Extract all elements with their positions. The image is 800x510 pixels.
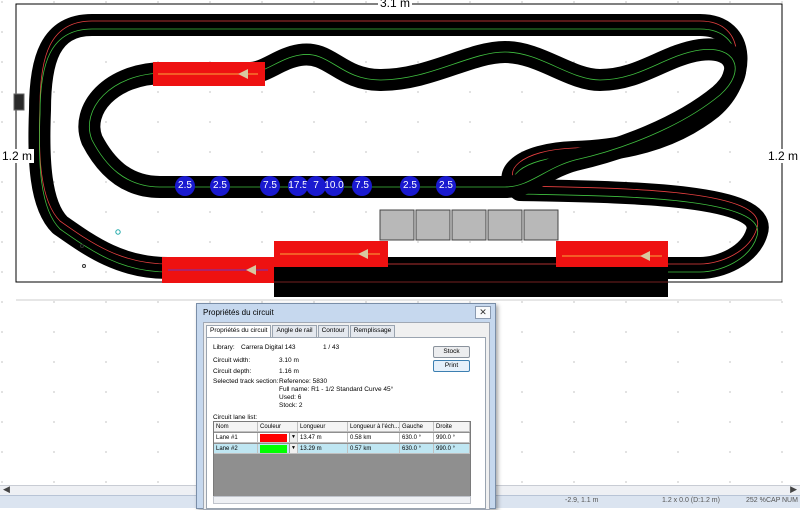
speed-marker[interactable]: 7 — [306, 176, 326, 196]
tab-fill[interactable]: Remplissage — [349, 325, 396, 337]
speed-marker[interactable]: 17.5 — [288, 176, 308, 196]
scroll-right-arrow-icon[interactable]: ▶ — [790, 484, 797, 495]
lane-color-cell[interactable]: ▼ — [258, 433, 298, 443]
col-scaled-length[interactable]: Longueur à l'éch... — [348, 422, 400, 432]
scenery-buildings[interactable] — [379, 209, 559, 241]
width-value: 3.10 m — [279, 357, 299, 364]
library-count: 1 / 43 — [323, 344, 340, 351]
lane-scaled-length: 0.58 km — [348, 433, 400, 443]
lane-right-angle: 990.0 ° — [434, 444, 470, 454]
lane-right-angle: 990.0 ° — [434, 433, 470, 443]
lane-color-cell[interactable]: ▼ — [258, 444, 298, 454]
speed-marker[interactable]: 7.5 — [260, 176, 280, 196]
table-row[interactable]: Lane #1 ▼ 13.47 m 0.58 km 630.0 ° 990.0 … — [214, 433, 470, 444]
speed-marker[interactable]: 2.5 — [210, 176, 230, 196]
lane-left-angle: 630.0 ° — [400, 444, 434, 454]
status-size: 1.2 x 0.0 (D:1.2 m) — [662, 497, 720, 504]
depth-label: Circuit depth: — [213, 368, 252, 375]
lane-table-header: Nom Couleur Longueur Longueur à l'éch...… — [214, 422, 470, 433]
lane-list-label: Circuit lane list: — [213, 414, 258, 421]
circuit-properties-dialog[interactable]: Propriétés du circuit ✕ Propriétés du ci… — [196, 303, 496, 510]
print-button[interactable]: Print — [433, 360, 470, 372]
section-used: Used: 6 — [279, 394, 302, 401]
col-name[interactable]: Nom — [214, 422, 258, 432]
width-label: Circuit width: — [213, 357, 251, 364]
lane-length: 13.29 m — [298, 444, 348, 454]
scroll-left-arrow-icon[interactable]: ◀ — [3, 484, 10, 495]
chevron-down-icon[interactable]: ▼ — [289, 444, 297, 453]
lane-table[interactable]: Nom Couleur Longueur Longueur à l'éch...… — [213, 421, 471, 503]
dialog-body: Propriétés du circuit Angle de rail Cont… — [203, 322, 490, 510]
section-reference: Reference: 5830 — [279, 378, 328, 385]
close-icon[interactable]: ✕ — [475, 306, 491, 319]
section-fullname: Full name: R1 - 1/2 Standard Curve 45° — [279, 386, 394, 393]
speed-marker[interactable]: 10.0 — [324, 176, 344, 196]
section-label: Selected track section: — [213, 378, 279, 385]
dialog-tabs: Propriétés du circuit Angle de rail Cont… — [206, 325, 396, 337]
col-color[interactable]: Couleur — [258, 422, 298, 432]
lane-table-scrollbar[interactable] — [213, 496, 471, 504]
lane-scaled-length: 0.57 km — [348, 444, 400, 454]
lane-left-angle: 630.0 ° — [400, 433, 434, 443]
dialog-title: Propriétés du circuit — [203, 308, 274, 317]
library-value: Carrera Digital 143 — [241, 344, 296, 351]
tab-contour[interactable]: Contour — [317, 325, 349, 337]
speed-marker[interactable]: 7.5 — [352, 176, 372, 196]
status-cap: CAP — [766, 497, 781, 504]
lane-color-swatch[interactable] — [260, 434, 287, 442]
dimension-right-label: 1.2 m — [766, 149, 800, 163]
speed-marker[interactable]: 2.5 — [436, 176, 456, 196]
lane-name: Lane #1 — [214, 433, 258, 443]
lane-name: Lane #2 — [214, 444, 258, 454]
tab-circuit-properties[interactable]: Propriétés du circuit — [206, 325, 272, 337]
tab-panel: Library: Carrera Digital 143 1 / 43 Stoc… — [206, 337, 486, 509]
lane-length: 13.47 m — [298, 433, 348, 443]
col-length[interactable]: Longueur — [298, 422, 348, 432]
lap-counter-icon[interactable] — [13, 93, 25, 111]
status-zoom: 252 % — [746, 497, 766, 504]
lane-color-swatch[interactable] — [260, 445, 287, 453]
col-left[interactable]: Gauche — [400, 422, 434, 432]
table-row[interactable]: Lane #2 ▼ 13.29 m 0.57 km 630.0 ° 990.0 … — [214, 444, 470, 455]
dimension-left-label: 1.2 m — [0, 149, 35, 163]
tab-rail-angle[interactable]: Angle de rail — [272, 325, 317, 337]
section-stock: Stock: 2 — [279, 402, 303, 409]
status-coords: -2.9, 1.1 m — [565, 497, 599, 504]
status-num: NUM — [782, 497, 798, 504]
chevron-down-icon[interactable]: ▼ — [289, 433, 297, 442]
speed-marker[interactable]: 2.5 — [175, 176, 195, 196]
dimension-top-label: 3.1 m — [378, 0, 413, 10]
speed-marker[interactable]: 2.5 — [400, 176, 420, 196]
stock-button[interactable]: Stock — [433, 346, 470, 358]
col-right[interactable]: Droite — [434, 422, 470, 432]
depth-value: 1.16 m — [279, 368, 299, 375]
library-label: Library: — [213, 344, 235, 351]
